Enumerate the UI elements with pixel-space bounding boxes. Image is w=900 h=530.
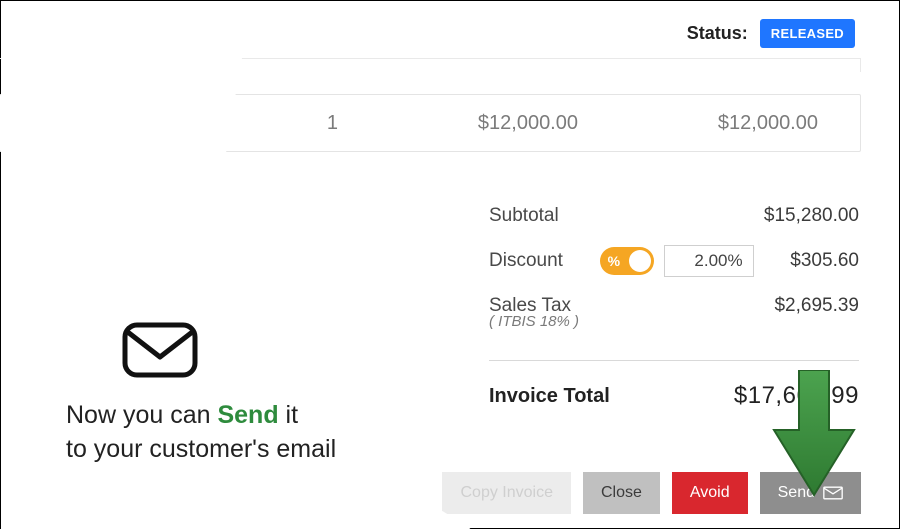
line-price: $12,000.00 [428,112,578,135]
total-value: $17,669.99 [734,382,859,410]
copy-invoice-button[interactable]: Copy Invoice [442,472,571,514]
promo-line1-post: it [279,401,298,429]
avoid-button[interactable]: Avoid [672,472,748,514]
toggle-knob [629,250,651,272]
send-button[interactable]: Send [760,472,861,514]
close-button[interactable]: Close [583,472,660,514]
table-header-placeholder [0,58,861,72]
send-button-label: Send [778,484,815,502]
total-label: Invoice Total [489,385,610,408]
percent-symbol: % [608,253,620,269]
subtotal-label: Subtotal [489,205,559,227]
discount-row: Discount % $305.60 [489,236,859,286]
promo-line2: to your customer's email [66,433,336,467]
subtotal-row: Subtotal $15,280.00 [489,196,859,236]
status-badge: RELEASED [760,19,855,48]
status-label: Status: [687,23,748,44]
total-row: Invoice Total $17,669.99 [489,373,859,419]
line-item-row: 1 $12,000.00 $12,000.00 [0,94,861,152]
promo-text: Now you can Send it to your customer's e… [66,399,336,467]
action-bar: Copy Invoice Close Avoid Send [442,472,861,514]
summary-divider [489,360,859,361]
envelope-icon [823,486,843,500]
promo-block: Now you can Send it to your customer's e… [66,321,336,467]
discount-input[interactable] [664,245,754,277]
summary-block: Subtotal $15,280.00 Discount % $305.60 S… [489,196,859,419]
promo-line1-pre: Now you can [66,401,217,429]
envelope-icon [121,321,199,379]
promo-send-word: Send [217,401,278,429]
discount-label: Discount [489,250,563,272]
discount-value: $305.60 [790,250,859,272]
line-qty: 1 [308,112,338,135]
status-row: Status: RELEASED [0,19,861,48]
tax-value: $2,695.39 [774,295,859,317]
discount-percent-toggle[interactable]: % [600,247,654,275]
discount-controls: % [600,245,754,277]
subtotal-value: $15,280.00 [764,205,859,227]
line-amount: $12,000.00 [668,112,818,135]
